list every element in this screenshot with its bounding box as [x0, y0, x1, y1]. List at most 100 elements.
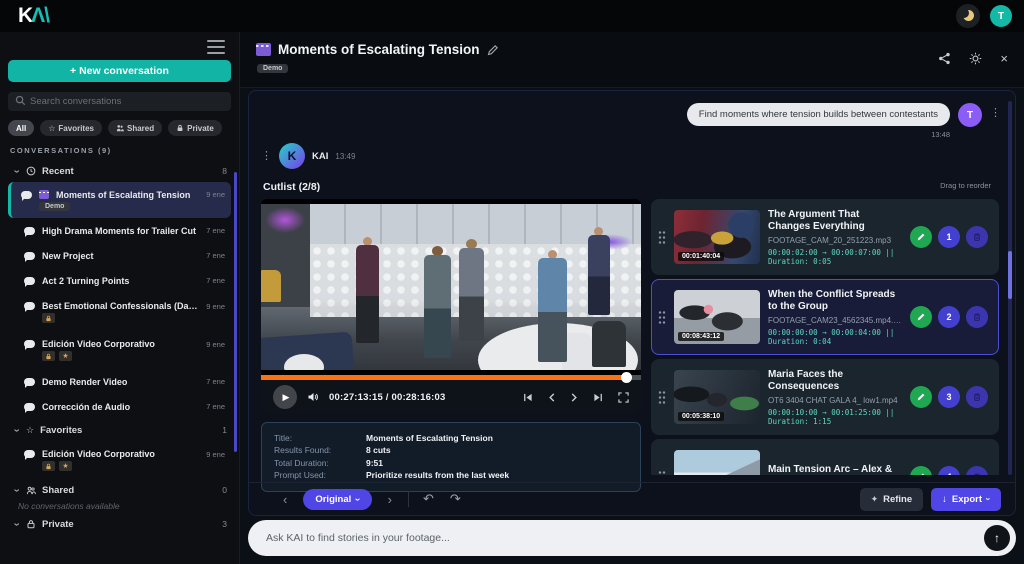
- panel-scrollbar[interactable]: [1008, 101, 1012, 475]
- clip-filename: OT6 3404 CHAT GALA 4_ low1.mp4: [768, 396, 902, 405]
- person-silhouette: [459, 239, 484, 341]
- volume-button[interactable]: [307, 391, 319, 403]
- skip-start-button[interactable]: [522, 392, 533, 403]
- section-count: 8: [222, 166, 227, 176]
- delete-clip-button[interactable]: [966, 386, 988, 408]
- user-avatar[interactable]: T: [958, 103, 982, 127]
- filter-all[interactable]: All: [8, 120, 34, 136]
- conversation-item[interactable]: Corrección de Audio 7 ene: [8, 394, 231, 419]
- delete-clip-button[interactable]: [966, 466, 988, 475]
- clock-icon: [26, 166, 36, 176]
- cutlist-item[interactable]: 00:05:38:10 Maria Faces the Consequences…: [651, 359, 999, 435]
- delete-clip-button[interactable]: [966, 226, 988, 248]
- progress-knob[interactable]: [621, 372, 632, 383]
- cutlist-item[interactable]: 00:01:40:04 The Argument That Changes Ev…: [651, 199, 999, 275]
- skip-end-button[interactable]: [593, 392, 604, 403]
- page-title: Moments of Escalating Tension: [278, 42, 480, 57]
- assistant-message-header: ⋮ K KAI 13:49: [261, 143, 355, 169]
- version-dropdown[interactable]: Original ›: [303, 489, 371, 510]
- edit-clip-button[interactable]: [910, 306, 932, 328]
- search-icon: [15, 95, 26, 106]
- next-version-button[interactable]: ›: [384, 492, 396, 507]
- person-silhouette: [538, 250, 567, 362]
- video-frame[interactable]: [261, 199, 641, 375]
- play-button[interactable]: ▶: [273, 385, 297, 409]
- bottom-toolbar: ‹ Original › › ↶ ↷ ✦Refine ↓Export›: [249, 482, 1015, 515]
- sidebar-scrollbar[interactable]: [234, 172, 237, 452]
- cutlist-item-selected[interactable]: 00:08:43:12 When the Conflict Spreads to…: [651, 279, 999, 355]
- next-frame-button[interactable]: [570, 392, 579, 403]
- clapperboard-icon: [256, 43, 271, 56]
- section-shared[interactable]: › Shared 0: [8, 481, 231, 499]
- clip-thumbnail[interactable]: [674, 450, 760, 475]
- edit-title-icon[interactable]: [487, 44, 499, 56]
- filter-private[interactable]: Private: [168, 120, 222, 136]
- kai-avatar: K: [279, 143, 305, 169]
- kai-logo[interactable]: KΛ\: [18, 4, 49, 28]
- refine-button[interactable]: ✦Refine: [860, 488, 924, 511]
- kebab-icon[interactable]: ⋮: [990, 103, 1001, 119]
- section-recent[interactable]: › Recent 8: [8, 162, 231, 180]
- conversation-item[interactable]: High Drama Moments for Trailer Cut 7 ene: [8, 218, 231, 243]
- user-avatar[interactable]: T: [990, 5, 1012, 27]
- send-icon: ↑: [994, 531, 1000, 545]
- section-favorites[interactable]: › ☆ Favorites 1: [8, 421, 231, 439]
- export-button[interactable]: ↓Export›: [931, 488, 1001, 511]
- chat-input[interactable]: [248, 520, 1016, 556]
- composer: ↑: [248, 520, 1016, 558]
- conversation-item[interactable]: Edición Video Corporativo 9 ene ★: [8, 441, 231, 479]
- send-button[interactable]: ↑: [984, 525, 1010, 551]
- conversation-item[interactable]: Demo Render Video 7 ene: [8, 369, 231, 394]
- drag-handle-icon[interactable]: [658, 390, 666, 404]
- edit-clip-button[interactable]: [910, 226, 932, 248]
- delete-clip-button[interactable]: [966, 306, 988, 328]
- prev-version-button[interactable]: ‹: [279, 492, 291, 507]
- cutlist-item[interactable]: Main Tension Arc – Alex & Maria 4: [651, 439, 999, 475]
- prev-frame-button[interactable]: [547, 392, 556, 403]
- video-progress-bar[interactable]: [261, 375, 641, 380]
- conversation-item-selected[interactable]: Moments of Escalating Tension 9 ene Demo: [8, 182, 231, 218]
- conversation-item[interactable]: Act 2 Turning Points 7 ene: [8, 268, 231, 293]
- conversation-item[interactable]: Edición Video Corporativo 9 ene ★: [8, 331, 231, 369]
- user-message-bubble: Find moments where tension builds betwee…: [687, 103, 950, 126]
- conversation-item[interactable]: Best Emotional Confessionals (Day 2) 9 e…: [8, 293, 231, 331]
- theme-toggle-button[interactable]: [956, 4, 980, 28]
- undo-button[interactable]: ↶: [421, 491, 436, 507]
- lock-icon: [26, 519, 36, 529]
- thumbnail-timecode: 00:08:43:12: [678, 332, 724, 341]
- clip-number-badge: 1: [938, 226, 960, 248]
- clip-thumbnail[interactable]: 00:08:43:12: [674, 290, 760, 344]
- play-icon: ▶: [283, 392, 290, 403]
- volume-icon: [307, 391, 319, 403]
- close-button[interactable]: ×: [1000, 51, 1008, 66]
- drag-hint: Drag to reorder: [940, 181, 991, 190]
- share-button[interactable]: [938, 52, 951, 65]
- kebab-icon[interactable]: ⋮: [261, 151, 272, 162]
- drag-handle-icon[interactable]: [658, 230, 666, 244]
- clip-number-badge: 4: [938, 466, 960, 475]
- clip-thumbnail[interactable]: 00:01:40:04: [674, 210, 760, 264]
- cutlist-heading: Cutlist (2/8): [263, 181, 320, 193]
- scrollbar-thumb[interactable]: [1008, 251, 1012, 299]
- new-conversation-button[interactable]: + New conversation: [8, 60, 231, 82]
- redo-button[interactable]: ↷: [448, 491, 463, 507]
- sidebar: + New conversation All ☆Favorites Shared…: [0, 32, 240, 564]
- filter-shared[interactable]: Shared: [108, 120, 162, 136]
- conversation-item[interactable]: New Project 7 ene: [8, 243, 231, 268]
- edit-clip-button[interactable]: [910, 386, 932, 408]
- people-icon: [116, 124, 124, 132]
- clip-thumbnail[interactable]: 00:05:38:10: [674, 370, 760, 424]
- logo-letter-k: K: [18, 4, 32, 28]
- drag-handle-icon[interactable]: [658, 470, 666, 475]
- clip-timerange: 00:00:00:00 → 00:00:04:00 || Duration: 0…: [768, 328, 902, 346]
- brightness-button[interactable]: [969, 52, 982, 65]
- section-private[interactable]: › Private 3: [8, 515, 231, 533]
- sidebar-hamburger-icon[interactable]: [207, 40, 225, 54]
- edit-clip-button[interactable]: [910, 466, 932, 475]
- close-icon: ×: [1000, 51, 1008, 66]
- search-input[interactable]: [8, 92, 231, 111]
- chat-panel: Find moments where tension builds betwee…: [248, 90, 1016, 516]
- fullscreen-button[interactable]: [618, 392, 629, 403]
- drag-handle-icon[interactable]: [658, 310, 666, 324]
- filter-favorites[interactable]: ☆Favorites: [40, 120, 102, 136]
